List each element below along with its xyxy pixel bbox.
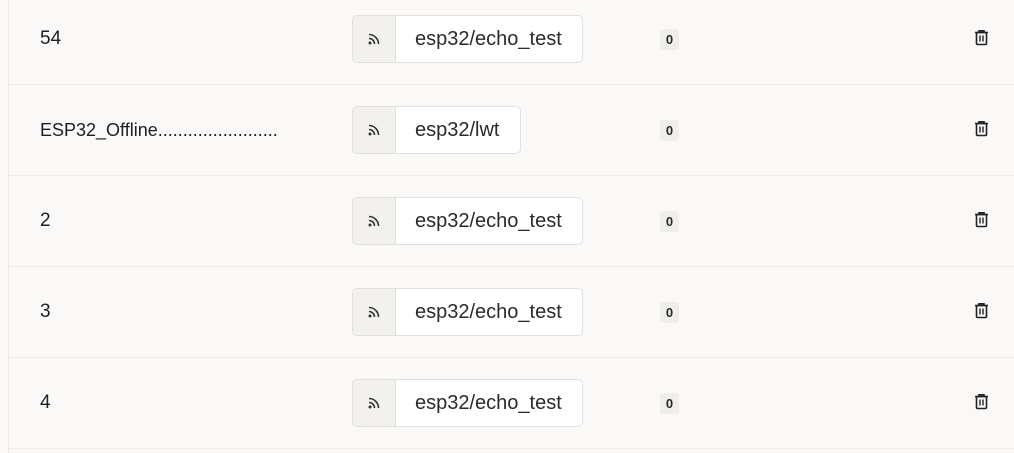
topic-label: esp32/echo_test: [415, 209, 562, 232]
delete-button[interactable]: [970, 301, 992, 325]
qos-badge: 0: [660, 393, 679, 414]
messages-table: 54 esp32/echo_test 0 ESP32_Offline......…: [8, 0, 1014, 453]
topic-chip[interactable]: esp32/echo_test: [352, 379, 583, 427]
rss-icon: [353, 16, 396, 62]
delete-button[interactable]: [970, 210, 992, 234]
table-row: ESP32_Offline........................ es…: [9, 85, 1014, 176]
table-row: 54 esp32/echo_test 0: [9, 0, 1014, 85]
delete-button[interactable]: [970, 392, 992, 416]
trash-icon: [974, 211, 989, 233]
message-payload: 4: [40, 392, 51, 413]
trash-icon: [974, 29, 989, 51]
qos-badge: 0: [660, 211, 679, 232]
rss-icon: [353, 198, 396, 244]
trash-icon: [974, 302, 989, 324]
topic-label: esp32/lwt: [415, 118, 500, 141]
rss-icon: [353, 289, 396, 335]
message-payload: 2: [40, 210, 51, 231]
message-payload: ESP32_Offline........................: [40, 119, 278, 140]
topic-label: esp32/echo_test: [415, 300, 562, 323]
table-row: 3 esp32/echo_test 0: [9, 267, 1014, 358]
topic-chip[interactable]: esp32/lwt: [352, 106, 521, 154]
message-payload: 54: [40, 28, 62, 49]
trash-icon: [974, 120, 989, 142]
qos-badge: 0: [660, 302, 679, 323]
rss-icon: [353, 380, 396, 426]
delete-button[interactable]: [970, 28, 992, 52]
table-row: 2 esp32/echo_test 0: [9, 176, 1014, 267]
rss-icon: [353, 107, 396, 153]
topic-chip[interactable]: esp32/echo_test: [352, 288, 583, 336]
trash-icon: [974, 393, 989, 415]
message-payload: 3: [40, 301, 51, 322]
table-row: 4 esp32/echo_test 0: [9, 358, 1014, 449]
qos-badge: 0: [660, 29, 679, 50]
topic-label: esp32/echo_test: [415, 391, 562, 414]
qos-badge: 0: [660, 120, 679, 141]
topic-chip[interactable]: esp32/echo_test: [352, 15, 583, 63]
topic-chip[interactable]: esp32/echo_test: [352, 197, 583, 245]
topic-label: esp32/echo_test: [415, 27, 562, 50]
delete-button[interactable]: [970, 119, 992, 143]
